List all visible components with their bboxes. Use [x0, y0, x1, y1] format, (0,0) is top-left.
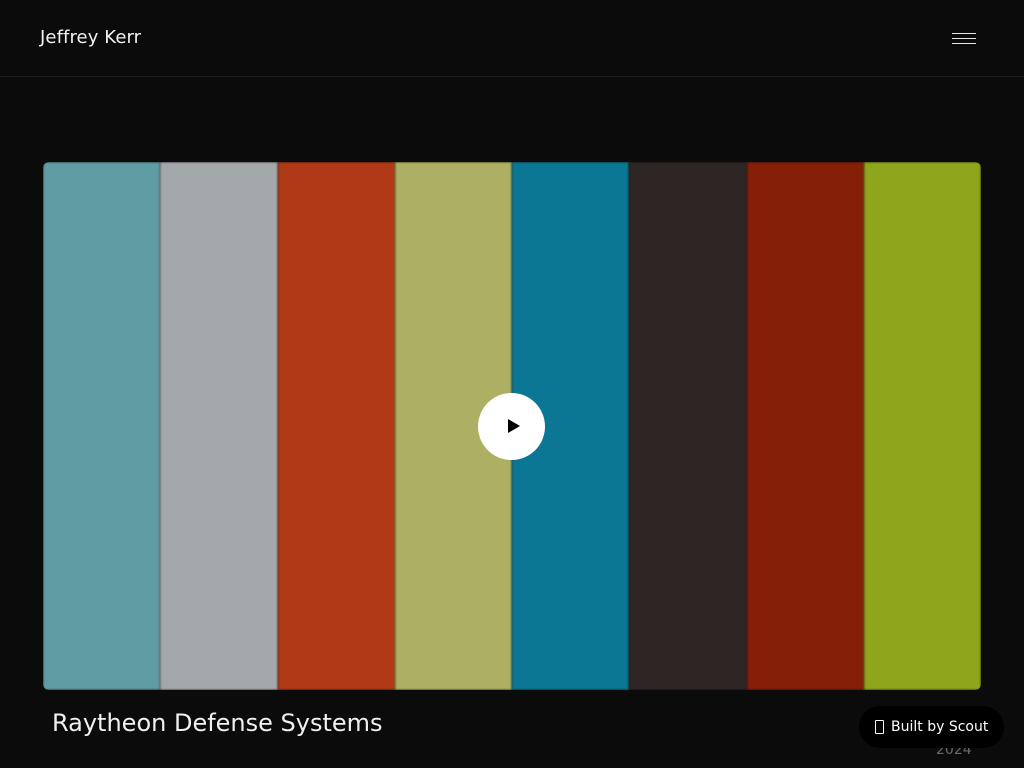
- built-by-scout-badge[interactable]: Built by Scout: [859, 706, 1004, 748]
- scout-badge-label: Built by Scout: [891, 719, 989, 735]
- scout-icon: [875, 720, 884, 734]
- play-button[interactable]: [478, 393, 545, 460]
- play-icon: [508, 419, 520, 433]
- video-color-stripe: [277, 162, 395, 690]
- project-title[interactable]: Raytheon Defense Systems: [52, 707, 383, 739]
- site-header: Jeffrey Kerr: [0, 0, 1024, 77]
- video-color-stripe: [863, 162, 981, 690]
- video-color-stripe: [160, 162, 278, 690]
- video-color-stripe: [629, 162, 747, 690]
- site-title[interactable]: Jeffrey Kerr: [40, 26, 141, 50]
- video-color-stripe: [43, 162, 161, 690]
- hamburger-menu-icon[interactable]: [944, 26, 984, 52]
- video-color-stripe: [746, 162, 864, 690]
